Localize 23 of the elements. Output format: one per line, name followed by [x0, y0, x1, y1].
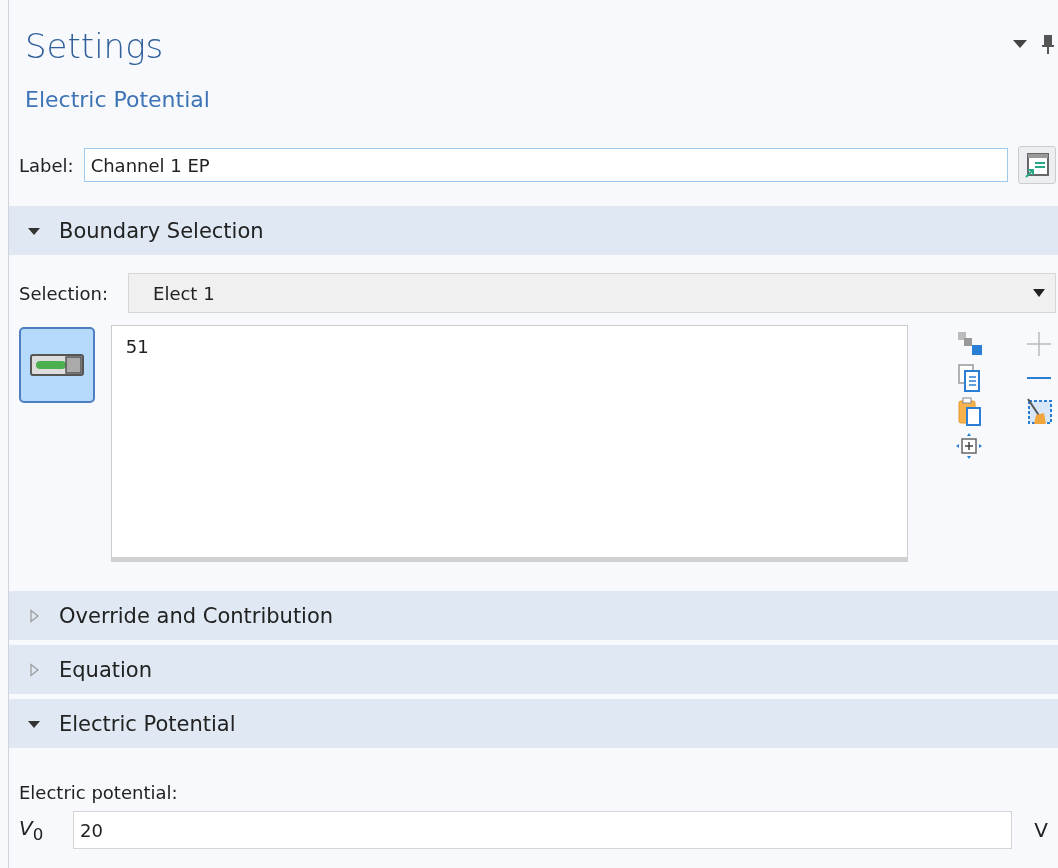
section-header[interactable]: Equation [9, 645, 1058, 694]
document-icon [1024, 152, 1050, 178]
window-title: Settings [24, 25, 164, 66]
pin-icon[interactable] [1042, 34, 1054, 54]
toggle-switch-icon [29, 351, 84, 379]
section-header[interactable]: Boundary Selection [9, 206, 1058, 255]
unit-label: V [1033, 818, 1049, 842]
dropdown-arrow-icon[interactable] [1012, 39, 1028, 49]
active-toggle-button[interactable] [19, 327, 95, 403]
dropdown-arrow-icon [1033, 289, 1045, 297]
selection-list[interactable]: 51 [110, 325, 908, 562]
list-item[interactable]: 51 [125, 336, 893, 357]
field-caption: Electric potential: [19, 782, 179, 803]
symbol-label: V$_{0}$ [19, 816, 45, 844]
node-subtitle: Electric Potential [25, 86, 210, 114]
label-caption: Label: [19, 154, 74, 176]
section-header[interactable]: Electric Potential [9, 699, 1058, 748]
selection-dropdown[interactable]: Elect 1 [128, 273, 1056, 313]
label-edit-button[interactable] [1018, 146, 1056, 184]
label-field[interactable]: Channel 1 EP [83, 148, 1008, 182]
section-header[interactable]: Override and Contribution [9, 591, 1058, 640]
potential-field[interactable]: 20 [73, 811, 1012, 849]
selection-caption: Selection: [19, 282, 108, 304]
